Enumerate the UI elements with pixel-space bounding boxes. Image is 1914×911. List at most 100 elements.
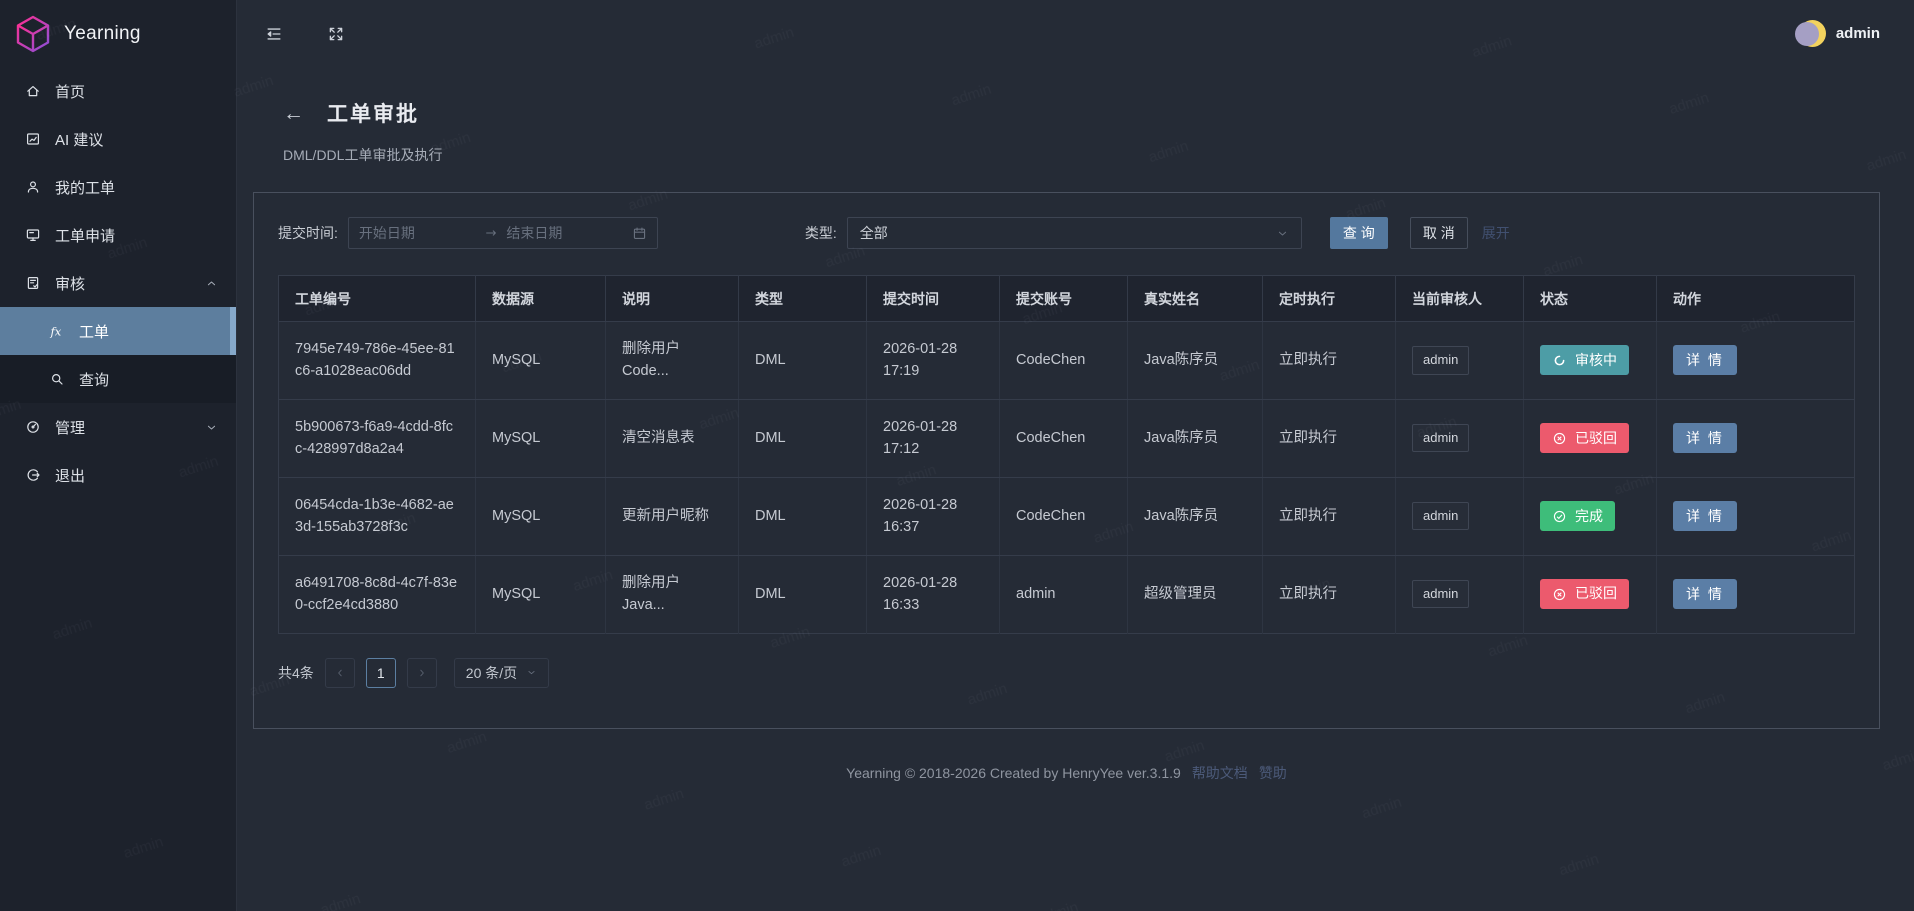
cell-type: DML bbox=[739, 322, 867, 400]
cell-source: MySQL bbox=[476, 477, 606, 555]
pagination-page-1[interactable]: 1 bbox=[366, 658, 396, 688]
sidebar-item-audit-order[interactable]: fx 工单 bbox=[0, 307, 236, 355]
cell-source: MySQL bbox=[476, 555, 606, 633]
footer-link[interactable]: 帮助文档 bbox=[1192, 765, 1248, 781]
yearning-logo-icon bbox=[13, 14, 53, 54]
cell-real-name: 超级管理员 bbox=[1128, 555, 1263, 633]
cell-real-name: Java陈序员 bbox=[1128, 477, 1263, 555]
expand-link[interactable]: 展开 bbox=[1482, 223, 1510, 243]
column-header: 说明 bbox=[606, 276, 739, 322]
cell-description: 删除用户Java... bbox=[606, 555, 739, 633]
cell-assessor: admin bbox=[1396, 477, 1524, 555]
sidebar: Yearning 首页 AI 建议我的工单工单申请审核 fx 工单查询管理退出 bbox=[0, 0, 237, 911]
cell-schedule: 立即执行 bbox=[1263, 477, 1396, 555]
cell-description: 更新用户昵称 bbox=[606, 477, 739, 555]
check-circle-icon bbox=[1552, 509, 1567, 524]
topbar: admin bbox=[253, 0, 1880, 67]
username: admin bbox=[1836, 25, 1880, 42]
column-header: 真实姓名 bbox=[1128, 276, 1263, 322]
filter-bar: 提交时间: 类型: 全部 查 询 取 消 展开 bbox=[278, 217, 1855, 249]
status-badge: 完成 bbox=[1540, 501, 1615, 531]
footer-link[interactable]: 赞助 bbox=[1259, 765, 1287, 781]
fullscreen-icon[interactable] bbox=[327, 25, 345, 43]
sidebar-item-ai-advice[interactable]: AI 建议 bbox=[0, 115, 236, 163]
sidebar-item-label: 退出 bbox=[55, 465, 85, 486]
main-area: admin ← 工单审批 DML/DDL工单审批及执行 提交时间: 类型: bbox=[237, 0, 1914, 911]
sidebar-item-home[interactable]: 首页 bbox=[0, 67, 236, 115]
sidebar-item-my-orders[interactable]: 我的工单 bbox=[0, 163, 236, 211]
loading-icon bbox=[1552, 353, 1567, 368]
cell-schedule: 立即执行 bbox=[1263, 399, 1396, 477]
back-arrow-icon[interactable]: ← bbox=[283, 103, 304, 124]
cell-schedule: 立即执行 bbox=[1263, 322, 1396, 400]
cell-account: CodeChen bbox=[1000, 399, 1128, 477]
brand-name: Yearning bbox=[64, 23, 141, 45]
chevron-up-icon bbox=[205, 277, 218, 290]
brand: Yearning bbox=[0, 0, 236, 67]
assessor-tag: admin bbox=[1412, 502, 1469, 530]
cell-source: MySQL bbox=[476, 399, 606, 477]
sidebar-item-label: 查询 bbox=[79, 369, 109, 390]
cell-assessor: admin bbox=[1396, 555, 1524, 633]
sidebar-item-manage[interactable]: 管理 bbox=[0, 403, 236, 451]
detail-button[interactable]: 详 情 bbox=[1673, 501, 1737, 531]
cell-order-id: 7945e749-786e-45ee-81c6-a1028eac06dd bbox=[279, 322, 476, 400]
cell-account: CodeChen bbox=[1000, 477, 1128, 555]
chevron-down-icon bbox=[526, 667, 537, 678]
date-range-picker[interactable] bbox=[348, 217, 658, 249]
detail-button[interactable]: 详 情 bbox=[1673, 579, 1737, 609]
home-icon bbox=[25, 83, 41, 99]
cell-real-name: Java陈序员 bbox=[1128, 322, 1263, 400]
collapse-sidebar-icon[interactable] bbox=[265, 25, 283, 43]
column-header: 提交时间 bbox=[867, 276, 1000, 322]
cell-order-id: 5b900673-f6a9-4cdd-8fcc-428997d8a2a4 bbox=[279, 399, 476, 477]
type-select[interactable]: 全部 bbox=[847, 217, 1302, 249]
cell-action: 详 情 bbox=[1657, 555, 1855, 633]
close-circle-icon bbox=[1552, 587, 1567, 602]
start-date-input[interactable] bbox=[359, 225, 477, 241]
column-header: 数据源 bbox=[476, 276, 606, 322]
settings-icon bbox=[25, 419, 41, 435]
sidebar-item-audit[interactable]: 审核 bbox=[0, 259, 236, 307]
cell-schedule: 立即执行 bbox=[1263, 555, 1396, 633]
table-row: a6491708-8c8d-4c7f-83e0-ccf2e4cd3880MySQ… bbox=[279, 555, 1855, 633]
type-filter-label: 类型: bbox=[805, 223, 837, 243]
page-header: ← 工单审批 bbox=[283, 98, 1880, 128]
column-header: 当前审核人 bbox=[1396, 276, 1524, 322]
pagination-prev-button[interactable] bbox=[325, 658, 355, 688]
cell-action: 详 情 bbox=[1657, 477, 1855, 555]
table-row: 06454cda-1b3e-4682-ae3d-155ab3728f3cMySQ… bbox=[279, 477, 1855, 555]
table-header-row: 工单编号数据源说明类型提交时间提交账号真实姓名定时执行当前审核人状态动作 bbox=[279, 276, 1855, 322]
pagination-next-button[interactable] bbox=[407, 658, 437, 688]
detail-button[interactable]: 详 情 bbox=[1673, 345, 1737, 375]
sidebar-item-label: AI 建议 bbox=[55, 129, 103, 150]
page-subtitle: DML/DDL工单审批及执行 bbox=[283, 145, 1880, 165]
cancel-button[interactable]: 取 消 bbox=[1410, 217, 1468, 249]
column-header: 工单编号 bbox=[279, 276, 476, 322]
footer: Yearning © 2018-2026 Created by HenryYee… bbox=[253, 763, 1880, 783]
cell-description: 清空消息表 bbox=[606, 399, 739, 477]
cell-submit-time: 2026-01-28 16:37 bbox=[867, 477, 1000, 555]
page-size-select[interactable]: 20 条/页 bbox=[454, 658, 549, 688]
sidebar-item-label: 工单 bbox=[79, 321, 109, 342]
sidebar-item-audit-query[interactable]: 查询 bbox=[0, 355, 236, 403]
chevron-down-icon bbox=[205, 421, 218, 434]
content-panel: 提交时间: 类型: 全部 查 询 取 消 展开 bbox=[253, 192, 1880, 729]
search-button[interactable]: 查 询 bbox=[1330, 217, 1388, 249]
user-menu[interactable]: admin bbox=[1795, 18, 1880, 49]
chevron-right-icon bbox=[416, 667, 428, 679]
sidebar-item-logout[interactable]: 退出 bbox=[0, 451, 236, 499]
logout-icon bbox=[25, 467, 41, 483]
column-header: 动作 bbox=[1657, 276, 1855, 322]
search-icon bbox=[49, 371, 65, 387]
chart-icon bbox=[25, 131, 41, 147]
sidebar-item-order-apply[interactable]: 工单申请 bbox=[0, 211, 236, 259]
end-date-input[interactable] bbox=[506, 225, 624, 241]
assessor-tag: admin bbox=[1412, 424, 1469, 452]
user-icon bbox=[25, 179, 41, 195]
fx-icon: fx bbox=[49, 323, 65, 339]
detail-button[interactable]: 详 情 bbox=[1673, 423, 1737, 453]
sidebar-item-label: 管理 bbox=[55, 417, 85, 438]
status-badge: 审核中 bbox=[1540, 345, 1629, 375]
cell-submit-time: 2026-01-28 17:12 bbox=[867, 399, 1000, 477]
